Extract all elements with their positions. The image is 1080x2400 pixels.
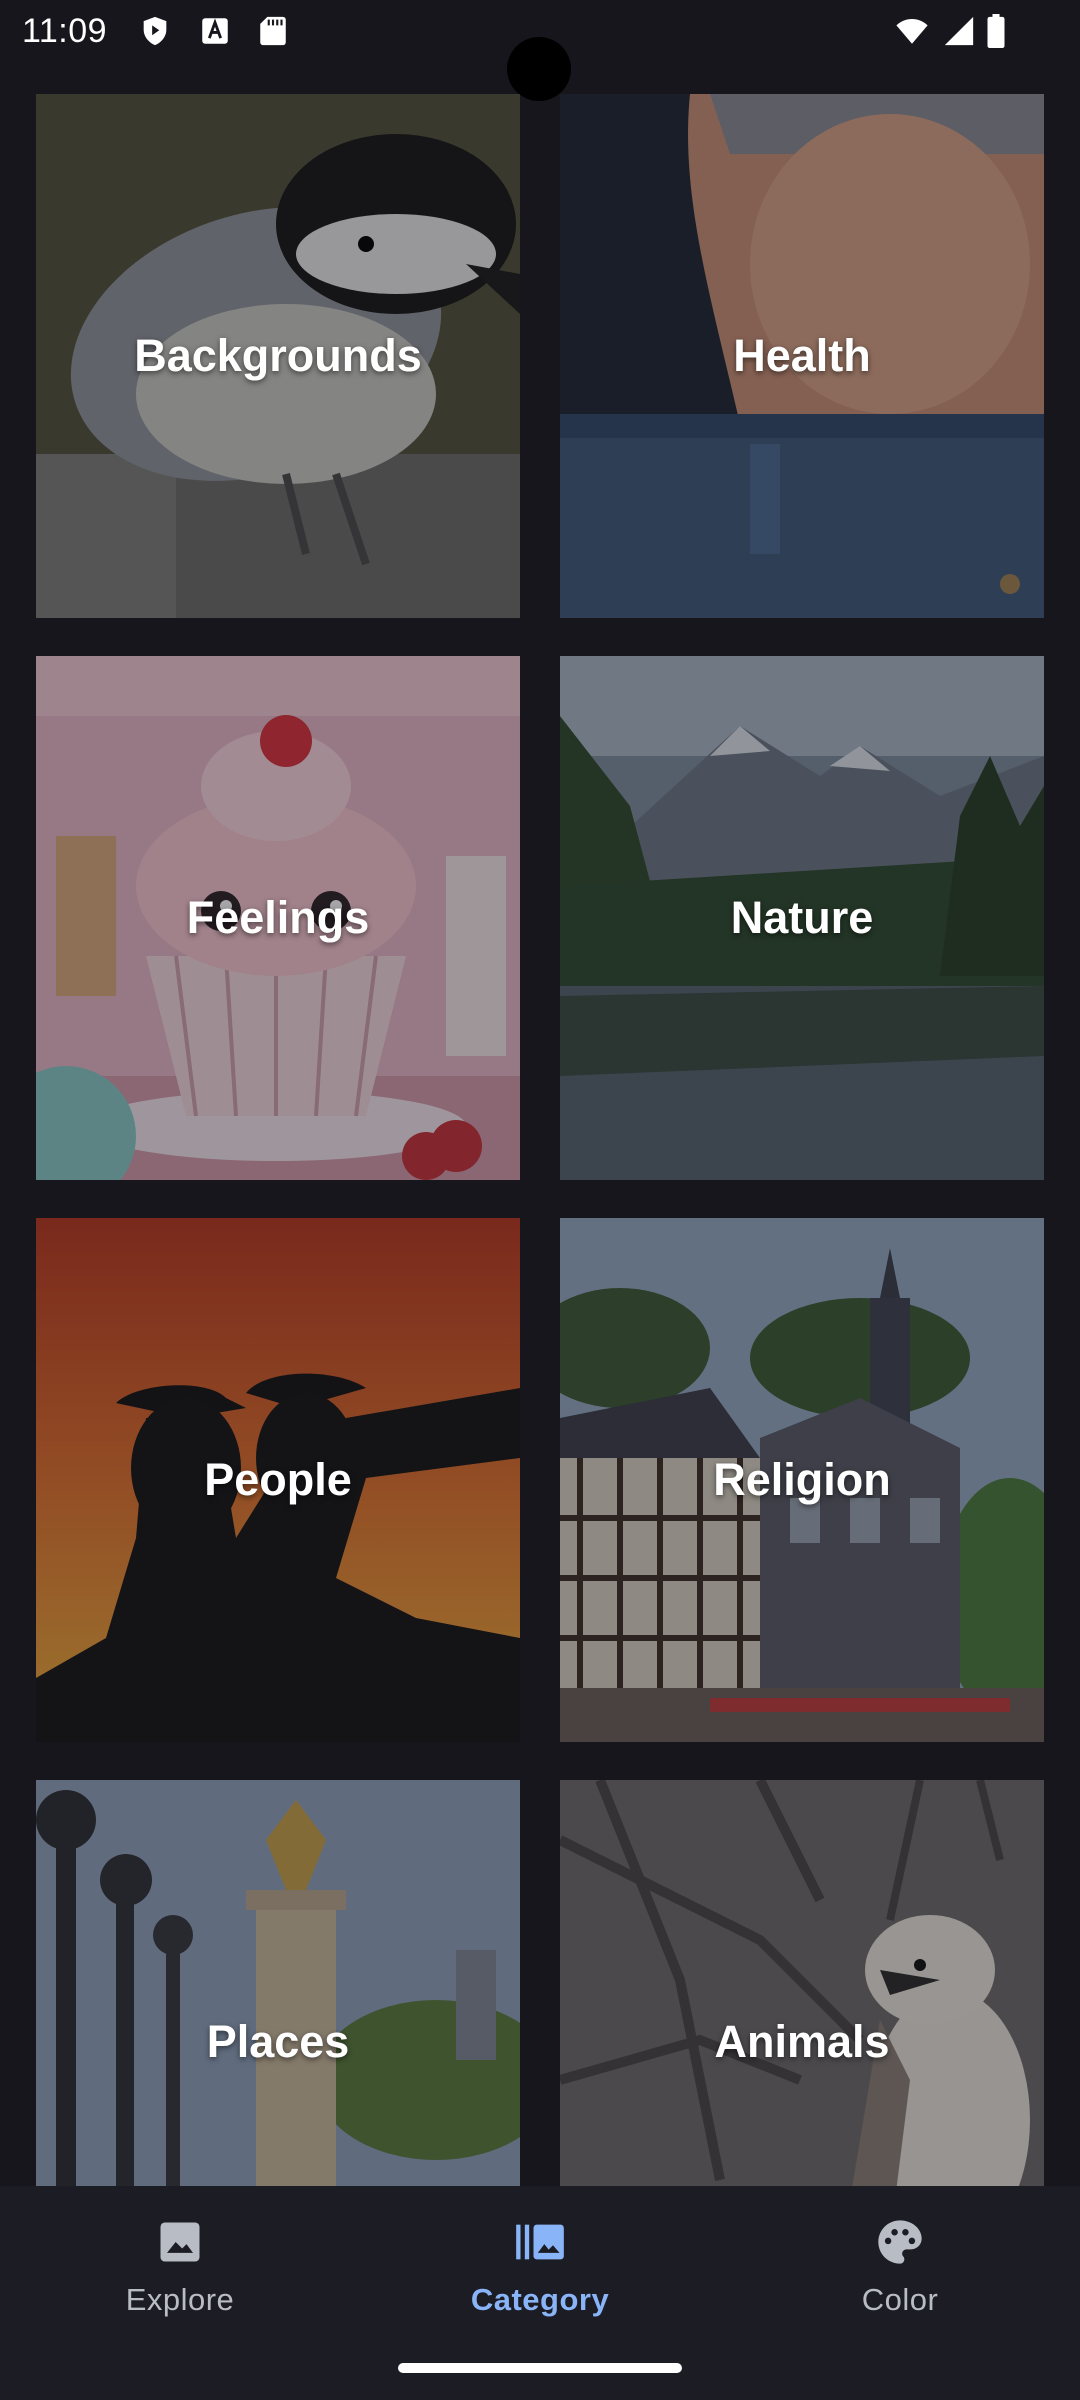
category-tile-feelings[interactable]: Feelings [36,656,520,1180]
category-grid: Backgrounds Health Feelings Nature Peopl… [0,94,1080,2186]
category-tile-animals[interactable]: Animals [560,1780,1044,2186]
category-tile-backgrounds[interactable]: Backgrounds [36,94,520,618]
nav-label-category: Category [470,2282,610,2317]
nav-item-color[interactable]: Color [780,2216,1020,2336]
image-icon [160,2222,200,2262]
font-a-icon [202,18,228,44]
category-tile-religion[interactable]: Religion [560,1218,1044,1742]
category-tile-places[interactable]: Places [36,1780,520,2186]
category-label: Animals [714,2016,890,2067]
app-screen: 11:09 Backgrounds Health Feelings Nature… [0,0,1080,2400]
battery-icon [987,14,1005,48]
category-tile-people[interactable]: People [36,1218,520,1742]
wifi-icon [896,18,928,44]
nav-item-explore[interactable]: Explore [60,2216,300,2336]
category-label: Religion [713,1454,891,1505]
category-label: Nature [730,892,874,943]
category-label: People [204,1454,352,1505]
nav-item-category[interactable]: Category [420,2216,660,2336]
category-label: Backgrounds [134,330,422,381]
nav-label-color: Color [861,2282,939,2317]
signal-icon [944,16,974,46]
category-label: Feelings [186,892,370,943]
sd-card-icon [260,16,286,46]
category-tile-nature[interactable]: Nature [560,656,1044,1180]
palette-icon [878,2220,922,2264]
photo-library-icon [516,2224,564,2260]
camera-cutout [507,37,571,101]
home-indicator[interactable] [398,2363,682,2373]
category-label: Places [206,2016,350,2067]
shield-play-icon [143,16,167,46]
status-time: 11:09 [22,12,108,50]
nav-label-explore: Explore [125,2282,235,2317]
category-label: Health [733,330,871,381]
category-tile-health[interactable]: Health [560,94,1044,618]
